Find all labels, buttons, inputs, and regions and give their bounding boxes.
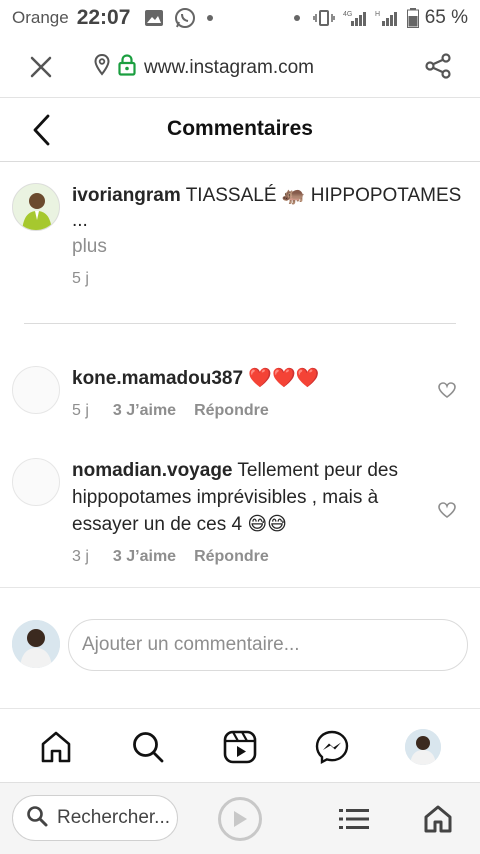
dot-icon — [293, 14, 301, 22]
post-caption: ivoriangram TIASSALÉ 🦛 HIPPOPOTAMES ... … — [0, 163, 480, 323]
lock-icon — [118, 54, 136, 81]
messenger-icon[interactable] — [314, 729, 350, 765]
signal-4g-icon: 4G — [343, 9, 369, 27]
bottom-nav — [0, 708, 480, 782]
battery-icon — [406, 8, 419, 28]
browser-toolbar: www.instagram.com — [0, 36, 480, 98]
battery-percent: 65 % — [424, 7, 468, 28]
network-label: 4G — [343, 11, 352, 18]
avatar[interactable] — [12, 366, 60, 414]
network-h-label: H — [375, 11, 380, 18]
image-icon — [144, 9, 164, 27]
signal-h-icon: H — [375, 9, 401, 27]
list-icon[interactable] — [338, 805, 370, 833]
reply-button[interactable]: Répondre — [194, 402, 269, 420]
url-text: www.instagram.com — [144, 56, 314, 78]
comment-item: nomadian.voyage Tellement peur des hippo… — [0, 457, 480, 577]
carrier-label: Orange — [12, 8, 69, 27]
status-bar: Orange 22:07 4G H 65 % — [0, 0, 480, 36]
play-icon[interactable] — [218, 797, 262, 841]
page-title: Commentaires — [167, 117, 313, 140]
close-icon[interactable] — [26, 52, 56, 82]
reels-icon[interactable] — [222, 729, 258, 765]
address-bar[interactable]: www.instagram.com — [94, 53, 314, 81]
comment-username[interactable]: kone.mamadou387 — [72, 368, 243, 389]
search-icon[interactable] — [130, 729, 166, 765]
comment-body: ❤️❤️❤️ — [243, 368, 320, 389]
comment-meta: 5 j 3 J’aime Répondre — [72, 402, 269, 420]
browser-bottom-bar: Rechercher... — [0, 782, 480, 854]
comment-likes[interactable]: 3 J’aime — [113, 402, 176, 420]
avatar[interactable] — [12, 183, 60, 231]
heart-icon[interactable] — [437, 500, 457, 520]
caption-username[interactable]: ivoriangram — [72, 185, 181, 206]
add-comment-bar — [0, 588, 480, 708]
more-link[interactable]: plus — [72, 236, 107, 258]
caption-timestamp: 5 j — [72, 270, 89, 287]
comment-text: kone.mamadou387 ❤️❤️❤️ — [72, 365, 412, 392]
caption-text: ivoriangram TIASSALÉ 🦛 HIPPOPOTAMES ... — [72, 183, 480, 233]
browser-search-button[interactable]: Rechercher... — [12, 795, 178, 841]
heart-icon[interactable] — [437, 380, 457, 400]
comment-username[interactable]: nomadian.voyage — [72, 460, 233, 481]
share-icon[interactable] — [422, 50, 454, 82]
search-icon — [25, 804, 49, 833]
avatar[interactable] — [12, 458, 60, 506]
profile-avatar[interactable] — [405, 729, 441, 765]
caption-divider — [24, 323, 456, 324]
clock: 22:07 — [76, 6, 131, 29]
home-icon[interactable] — [38, 729, 74, 765]
comment-input[interactable] — [68, 619, 468, 671]
browser-search-label: Rechercher... — [57, 807, 170, 828]
whatsapp-icon — [174, 7, 196, 29]
vibrate-icon — [312, 9, 335, 27]
comment-timestamp: 5 j — [72, 402, 89, 419]
comments-header: Commentaires — [0, 98, 480, 162]
comment-meta: 3 j 3 J’aime Répondre — [72, 548, 269, 566]
comment-item: kone.mamadou387 ❤️❤️❤️ 5 j 3 J’aime Répo… — [0, 365, 480, 435]
home-icon[interactable] — [422, 803, 454, 835]
comment-text: nomadian.voyage Tellement peur des hippo… — [72, 457, 412, 538]
dot-icon — [206, 14, 214, 22]
location-pin-icon — [94, 53, 110, 81]
comment-timestamp: 3 j — [72, 548, 89, 565]
comment-likes[interactable]: 3 J’aime — [113, 548, 176, 566]
reply-button[interactable]: Répondre — [194, 548, 269, 566]
avatar — [12, 620, 60, 668]
